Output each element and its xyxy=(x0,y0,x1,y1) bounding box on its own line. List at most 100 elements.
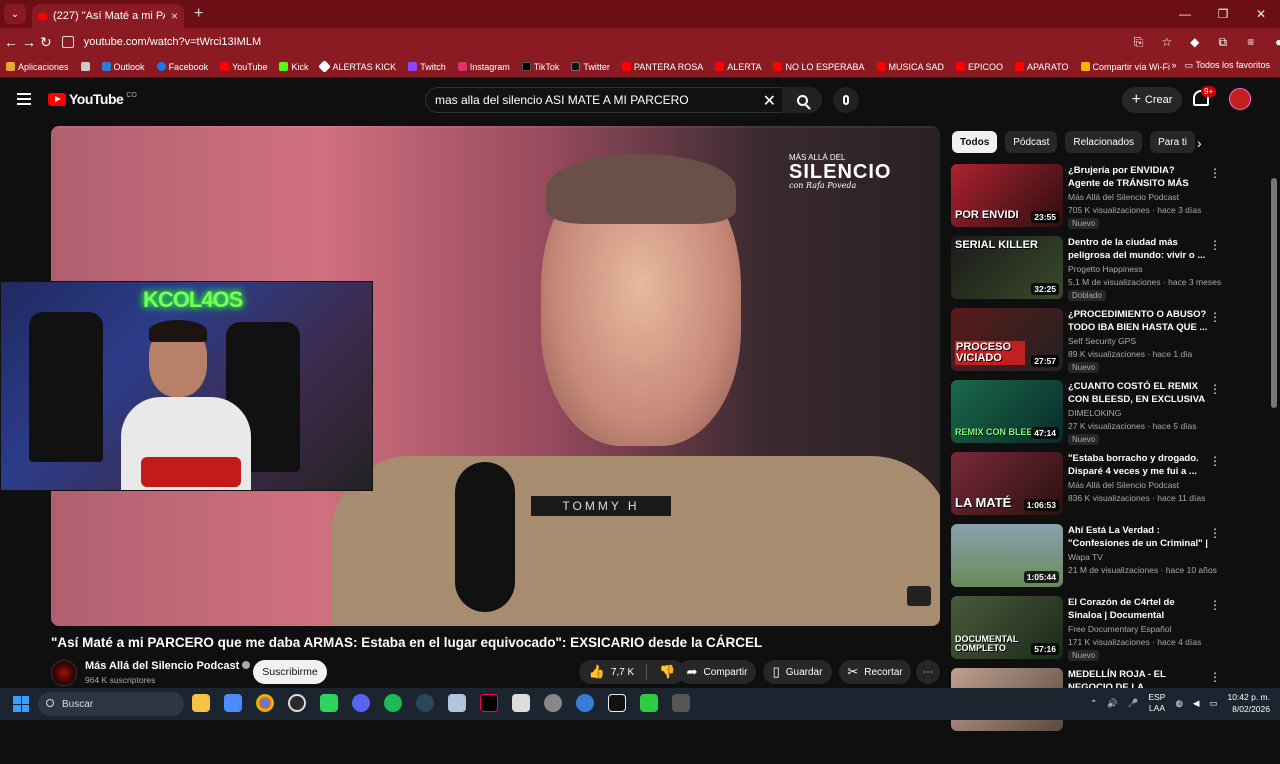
kebab-menu-icon[interactable]: ⋮ xyxy=(1209,526,1221,540)
reload-button[interactable]: ↻ xyxy=(40,34,52,51)
bookmark-item[interactable] xyxy=(80,62,90,71)
dislike-thumb-icon[interactable]: 👎 xyxy=(659,664,675,680)
recommendation-item[interactable]: SERIAL KILLER 32:25 Dentro de la ciudad … xyxy=(951,236,1221,307)
kebab-menu-icon[interactable]: ⋮ xyxy=(1209,382,1221,396)
rec-title[interactable]: "Estaba borracho y drogado. Disparé 4 ve… xyxy=(1068,452,1208,478)
close-window-button[interactable]: ✕ xyxy=(1242,0,1280,28)
rec-title[interactable]: ¿Brujería por ENVIDIA? Agente de TRÁNSIT… xyxy=(1068,164,1208,190)
kebab-menu-icon[interactable]: ⋮ xyxy=(1209,310,1221,324)
recommendation-item[interactable]: LA MATÉ 1:06:53 "Estaba borracho y droga… xyxy=(951,452,1221,523)
chip-podcast[interactable]: Pódcast xyxy=(1005,131,1058,153)
kebab-menu-icon[interactable]: ⋮ xyxy=(1209,238,1221,252)
tab-close-icon[interactable]: × xyxy=(171,9,178,23)
spotify-icon[interactable] xyxy=(384,694,402,712)
forward-button[interactable]: → xyxy=(22,34,36,50)
bookmark-item[interactable]: MUSICA SAD xyxy=(876,62,944,72)
notepad-icon[interactable] xyxy=(512,694,530,712)
extensions-puzzle-icon[interactable]: ⧉ xyxy=(1214,35,1232,50)
media-control-icon[interactable]: ≡ xyxy=(1242,35,1260,50)
channel-avatar[interactable] xyxy=(51,660,77,686)
chevron-up-icon[interactable]: ⌃ xyxy=(1090,698,1097,709)
video-thumbnail[interactable]: POR ENVIDI 23:55 xyxy=(951,164,1063,227)
minimize-button[interactable]: — xyxy=(1166,0,1204,28)
search-input[interactable]: mas alla del silencio ASI MATE A MI PARC… xyxy=(425,87,785,113)
chevron-right-icon[interactable]: » xyxy=(1172,60,1177,71)
site-info-icon[interactable] xyxy=(61,36,74,48)
recommendation-item[interactable]: DOCUMENTAL COMPLETO 57:16 El Corazón de … xyxy=(951,596,1221,667)
share-button[interactable]: ➦ Compartir xyxy=(678,660,756,684)
recommendation-item[interactable]: 1:05:44 Ahí Está La Verdad : "Confesione… xyxy=(951,524,1221,595)
chip-relacionados[interactable]: Relacionados xyxy=(1065,131,1143,153)
recommendation-item[interactable]: REMIX CON BLEESD 47:14 ¿CUANTO COSTÓ EL … xyxy=(951,380,1221,451)
bookmark-item[interactable]: EPICOO xyxy=(956,62,1003,72)
account-avatar[interactable] xyxy=(1229,88,1251,110)
taskbar-clock[interactable]: 10:42 p. m. 8/02/2026 xyxy=(1227,691,1270,715)
chip-para-ti[interactable]: Para ti xyxy=(1150,131,1195,153)
more-actions-button[interactable]: ⋯ xyxy=(916,660,940,684)
page-scrollbar[interactable] xyxy=(1271,164,1277,764)
restore-button[interactable]: ❐ xyxy=(1204,0,1242,28)
tiktok-icon[interactable] xyxy=(480,694,498,712)
search-button[interactable] xyxy=(782,87,822,113)
rec-title[interactable]: Dentro de la ciudad más peligrosa del mu… xyxy=(1068,236,1208,262)
video-thumbnail[interactable]: REMIX CON BLEESD 47:14 xyxy=(951,380,1063,443)
youtube-logo[interactable]: YouTube CO xyxy=(48,91,137,107)
new-tab-button[interactable]: + xyxy=(194,5,203,23)
app-icon[interactable] xyxy=(320,694,338,712)
install-app-icon[interactable]: ⎘ xyxy=(1130,35,1148,50)
bookmark-item[interactable]: TikTok xyxy=(521,62,559,72)
discord-icon[interactable] xyxy=(352,694,370,712)
bookmark-item[interactable]: Twitter xyxy=(571,62,610,72)
recommendation-item[interactable]: PROCESO VICIADO 27:57 ¿PROCEDIMIENTO O A… xyxy=(951,308,1221,379)
like-count[interactable]: 7,7 K xyxy=(611,667,634,678)
obs-icon[interactable] xyxy=(288,694,306,712)
video-thumbnail[interactable]: LA MATÉ 1:06:53 xyxy=(951,452,1063,515)
windows-start-icon[interactable] xyxy=(13,696,29,712)
bookmark-item[interactable]: APARATO xyxy=(1015,62,1069,72)
battery-icon[interactable]: ▭ xyxy=(1209,698,1217,709)
tab-search-button[interactable]: ⌄ xyxy=(4,4,26,24)
voice-search-button[interactable] xyxy=(833,87,859,113)
back-button[interactable]: ← xyxy=(4,34,18,50)
scrollbar-thumb[interactable] xyxy=(1271,178,1277,408)
rec-title[interactable]: El Corazón de C4rtel de Sinaloa | Docume… xyxy=(1068,596,1208,622)
bookmark-item[interactable]: PANTERA ROSA xyxy=(621,62,703,72)
minecraft-icon[interactable] xyxy=(640,694,658,712)
extension-icon[interactable]: ◆ xyxy=(1186,35,1204,50)
window-icon[interactable] xyxy=(672,694,690,712)
steam-icon[interactable] xyxy=(416,694,434,712)
like-thumb-icon[interactable]: 👍 xyxy=(589,664,605,680)
speaker-icon[interactable]: 🔊 xyxy=(1107,698,1118,709)
capcut-icon[interactable] xyxy=(608,694,626,712)
kebab-menu-icon[interactable]: ⋮ xyxy=(1209,166,1221,180)
profile-icon[interactable]: ● xyxy=(1270,35,1280,50)
bookmark-item[interactable]: Outlook xyxy=(101,62,145,72)
bookmark-item[interactable]: NO LO ESPERABA xyxy=(773,62,865,72)
network-icon[interactable]: ◍ xyxy=(1175,698,1182,709)
bookmark-item[interactable]: Kick xyxy=(279,62,308,72)
browser-tab-active[interactable]: (227) "Así Maté a mi PARCERO ... × xyxy=(32,4,184,28)
subscribe-button[interactable]: Suscribirme xyxy=(253,660,327,684)
bookmark-item[interactable]: Instagram xyxy=(457,62,510,72)
store-icon[interactable] xyxy=(224,694,242,712)
bookmark-item[interactable]: Twitch xyxy=(408,62,446,72)
kebab-menu-icon[interactable]: ⋮ xyxy=(1209,598,1221,612)
video-thumbnail[interactable]: 1:05:44 xyxy=(951,524,1063,587)
address-bar[interactable]: youtube.com/watch?v=tWrci13IMLM xyxy=(61,31,1122,53)
clip-button[interactable]: ✂ Recortar xyxy=(839,660,911,684)
app-icon[interactable] xyxy=(448,694,466,712)
bookmark-item[interactable]: Facebook xyxy=(156,62,208,72)
rec-title[interactable]: ¿PROCEDIMIENTO O ABUSO? TODO IBA BIEN HA… xyxy=(1068,308,1208,334)
bookmark-item[interactable]: Aplicaciones xyxy=(6,62,69,72)
rec-title[interactable]: Ahí Está La Verdad : "Confesiones de un … xyxy=(1068,524,1208,550)
video-thumbnail[interactable]: PROCESO VICIADO 27:57 xyxy=(951,308,1063,371)
file-explorer-icon[interactable] xyxy=(192,694,210,712)
bookmark-star-icon[interactable]: ☆ xyxy=(1158,35,1176,50)
bookmark-item[interactable]: ALERTAS KICK xyxy=(318,60,396,73)
mic-icon[interactable]: 🎤 xyxy=(1128,698,1139,709)
settings-gear-icon[interactable] xyxy=(544,694,562,712)
recommendation-item[interactable]: POR ENVIDI 23:55 ¿Brujería por ENVIDIA? … xyxy=(951,164,1221,235)
video-thumbnail[interactable]: DOCUMENTAL COMPLETO 57:16 xyxy=(951,596,1063,659)
chrome-icon[interactable] xyxy=(256,694,274,712)
all-bookmarks-folder[interactable]: ▭ Todos los favoritos xyxy=(1185,60,1270,71)
